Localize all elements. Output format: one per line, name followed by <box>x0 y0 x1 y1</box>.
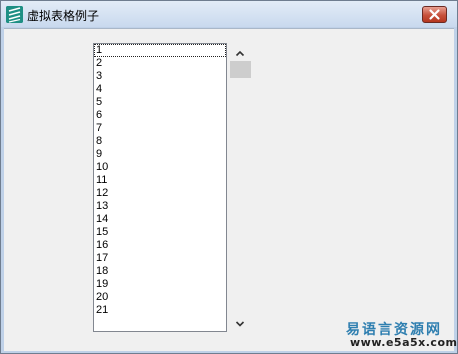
virtual-table-list[interactable]: 1 2 3 4 5 6 7 8 9 10 11 12 13 14 15 16 17 18 19 20 21 <box>93 43 227 332</box>
list-item[interactable]: 7 <box>94 122 226 135</box>
list-item[interactable]: 6 <box>94 109 226 122</box>
list-item[interactable]: 21 <box>94 304 226 317</box>
list-item[interactable]: 2 <box>94 57 226 70</box>
list-item[interactable]: 19 <box>94 278 226 291</box>
list-item[interactable]: 18 <box>94 265 226 278</box>
app-logo-icon <box>6 6 23 23</box>
close-button[interactable] <box>422 6 447 23</box>
app-window: 虚拟表格例子 1 2 3 4 5 6 7 8 9 10 11 12 13 14 15 16 17 18 19 20 21… <box>0 0 458 354</box>
scroll-down-button[interactable] <box>231 315 249 327</box>
list-item[interactable]: 16 <box>94 239 226 252</box>
list-item[interactable]: 1 <box>94 44 226 57</box>
title-bar[interactable]: 虚拟表格例子 <box>1 1 457 27</box>
chevron-down-icon <box>235 321 245 327</box>
client-area: 1 2 3 4 5 6 7 8 9 10 11 12 13 14 15 16 17 18 19 20 21 易语言资源网… <box>4 28 458 351</box>
list-item[interactable]: 9 <box>94 148 226 161</box>
list-item[interactable]: 5 <box>94 96 226 109</box>
list-item[interactable]: 15 <box>94 226 226 239</box>
list-item[interactable]: 11 <box>94 174 226 187</box>
list-item[interactable]: 10 <box>94 161 226 174</box>
list-item[interactable]: 14 <box>94 213 226 226</box>
watermark-url: www.e5a5x.com <box>350 336 458 349</box>
list-item[interactable]: 8 <box>94 135 226 148</box>
chevron-up-icon <box>235 50 245 57</box>
list-item[interactable]: 17 <box>94 252 226 265</box>
close-icon <box>429 9 440 20</box>
scroll-up-button[interactable] <box>231 45 249 57</box>
list-item[interactable]: 4 <box>94 83 226 96</box>
window-title: 虚拟表格例子 <box>27 9 100 23</box>
scroll-thumb[interactable] <box>230 61 251 78</box>
list-item[interactable]: 20 <box>94 291 226 304</box>
list-item[interactable]: 3 <box>94 70 226 83</box>
list-item[interactable]: 12 <box>94 187 226 200</box>
list-item[interactable]: 13 <box>94 200 226 213</box>
